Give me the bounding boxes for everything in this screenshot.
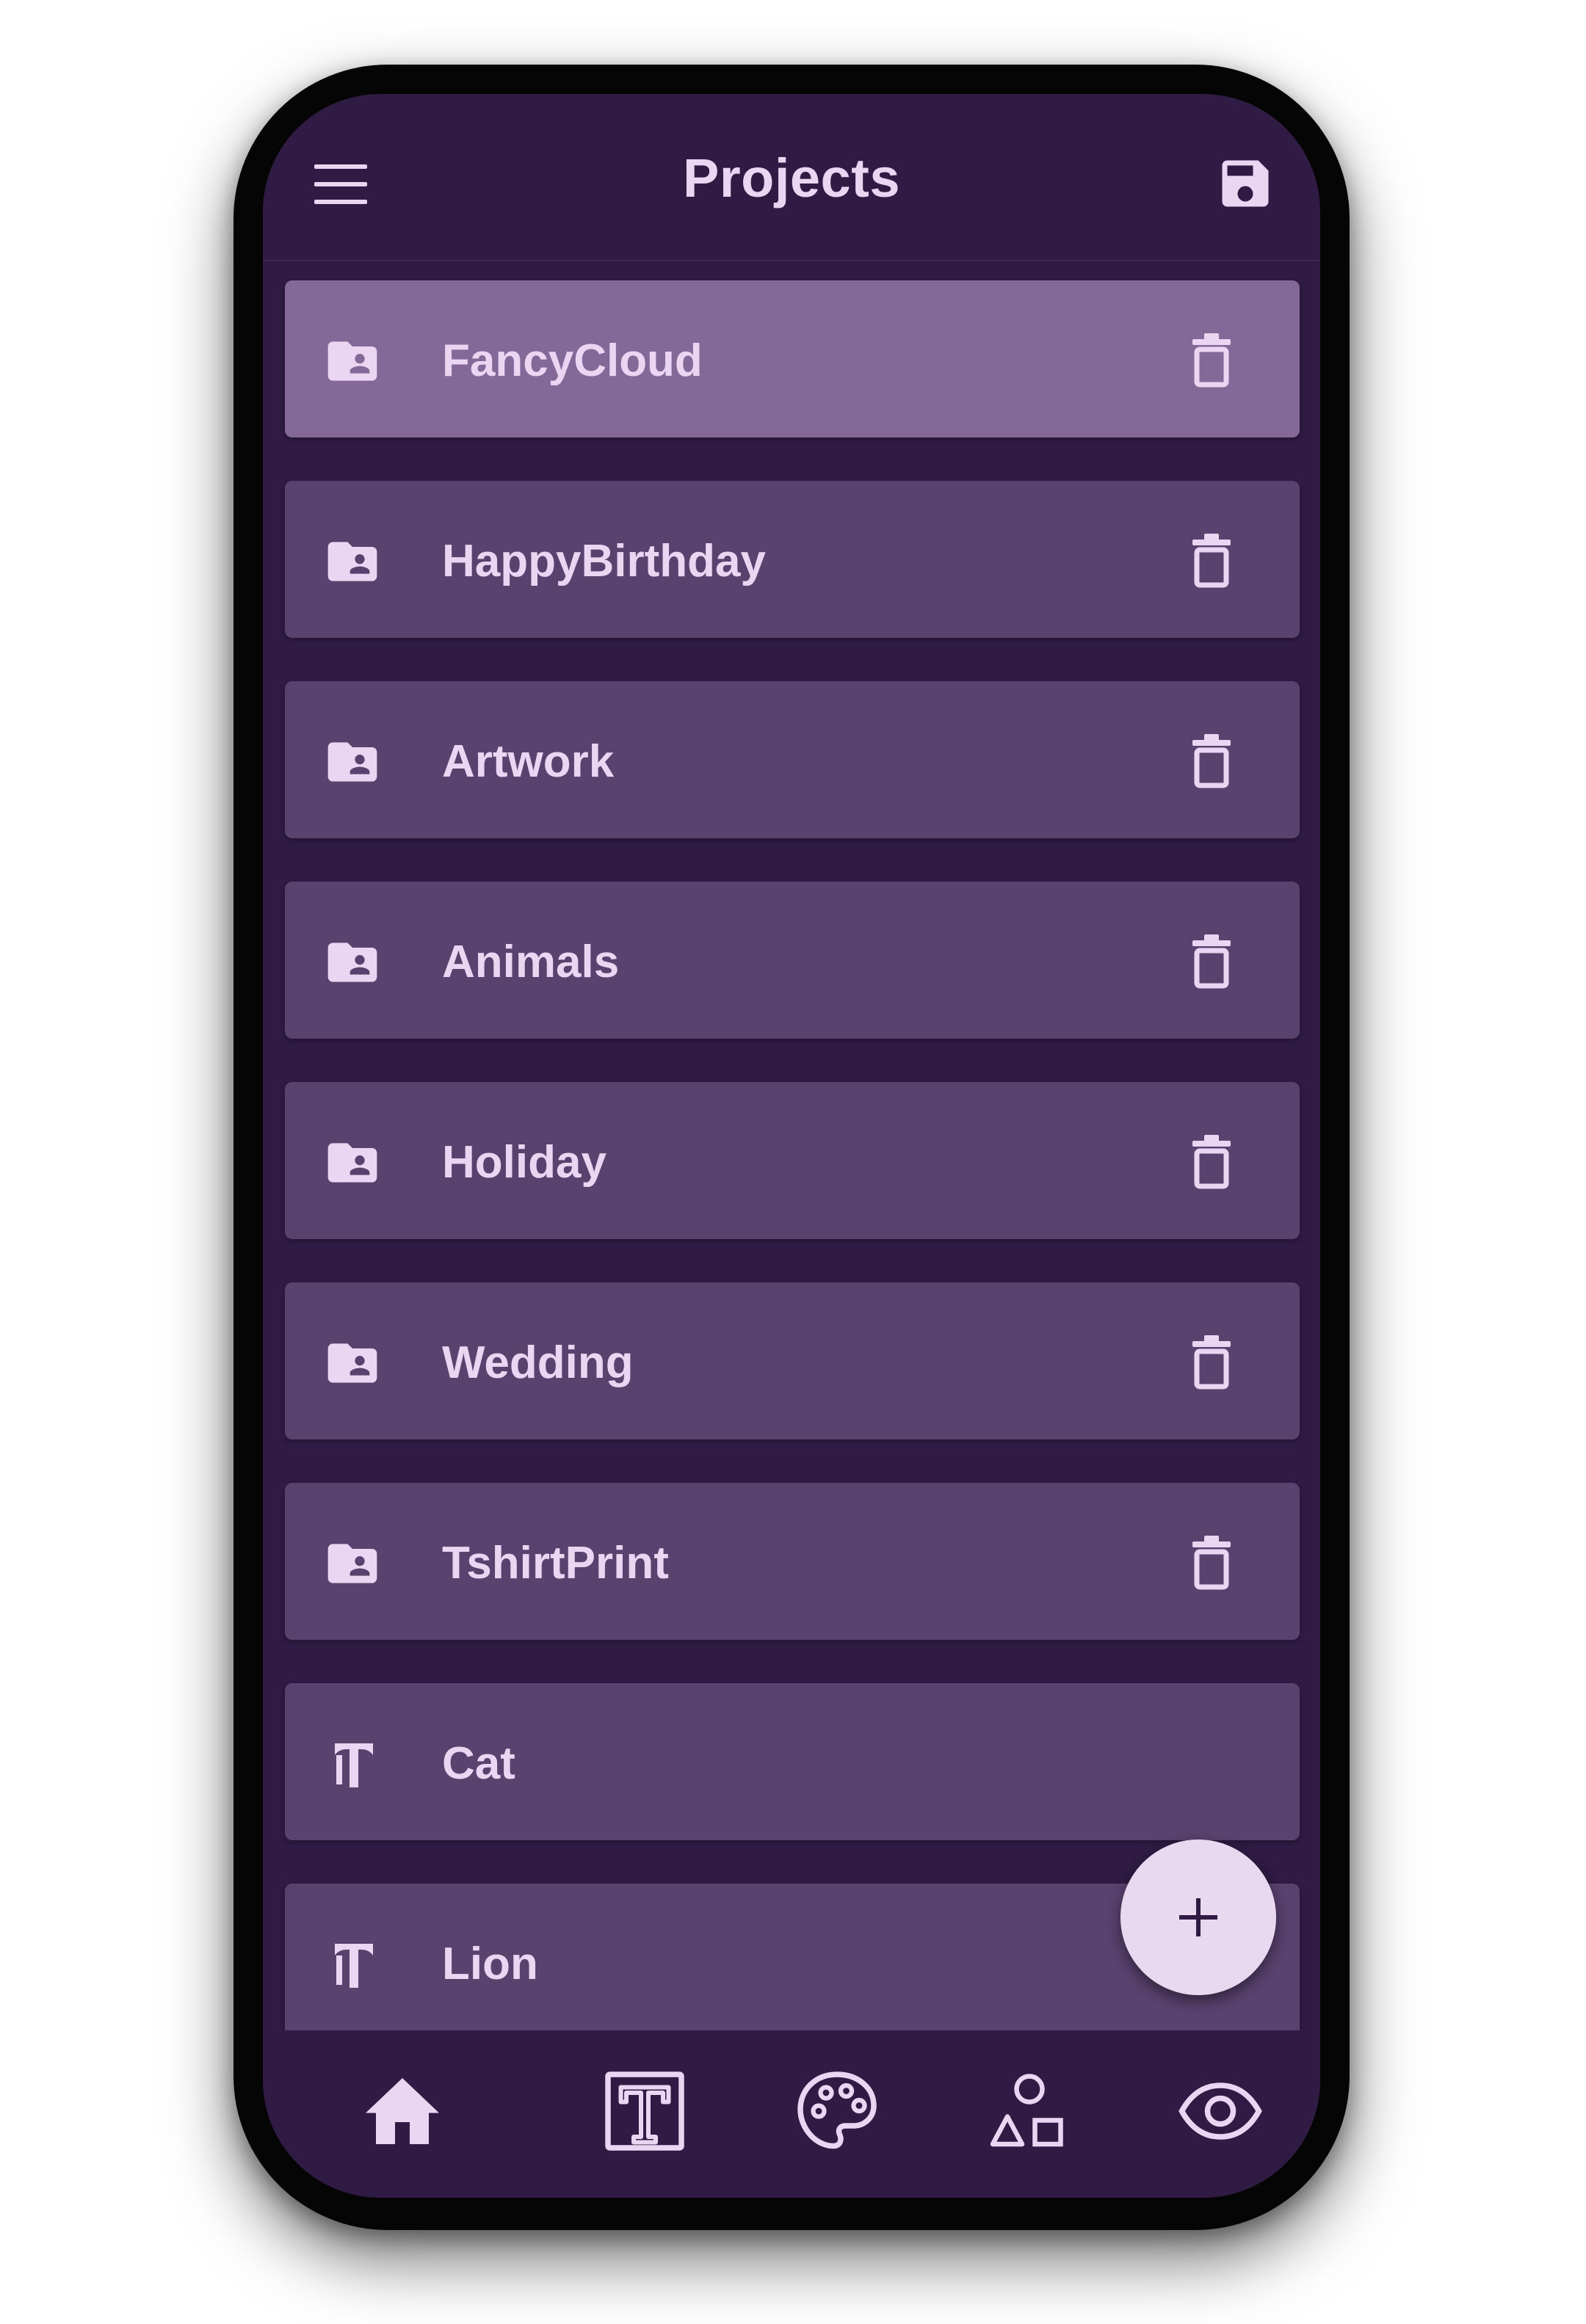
nav-preview[interactable] (1176, 2067, 1264, 2155)
save-button[interactable] (1214, 153, 1276, 214)
project-list: FancyCloud HappyBirthday Artwork Animals… (263, 260, 1320, 2030)
project-item-wedding[interactable]: Wedding (285, 1282, 1300, 1439)
project-name: Artwork (442, 736, 615, 787)
trash-icon (1192, 333, 1231, 388)
project-name: Lion (442, 1939, 538, 1989)
plus-icon (1179, 1898, 1217, 1936)
project-name: Animals (442, 937, 620, 987)
delete-button[interactable] (1182, 932, 1241, 990)
project-item-animals[interactable]: Animals (285, 882, 1300, 1039)
nav-home[interactable] (358, 2067, 446, 2155)
project-item-tshirtprint[interactable]: TshirtPrint (285, 1483, 1300, 1640)
trash-icon (1192, 734, 1231, 788)
trash-icon (1192, 934, 1231, 989)
folder-shared-icon (327, 1544, 377, 1583)
page-title: Projects (682, 148, 901, 208)
trash-icon (1192, 1536, 1231, 1590)
eye-icon (1178, 2082, 1262, 2140)
project-name: Cat (442, 1738, 515, 1789)
trash-icon (1192, 1335, 1231, 1390)
trash-icon (1192, 534, 1231, 588)
project-name: Holiday (442, 1137, 606, 1188)
home-icon (366, 2078, 439, 2144)
project-name: TshirtPrint (442, 1538, 669, 1588)
delete-button[interactable] (1182, 531, 1241, 589)
app-screen: Projects FancyCloud HappyBirthday Artwor… (263, 94, 1320, 2198)
nav-shapes[interactable] (985, 2067, 1073, 2155)
project-item-artwork[interactable]: Artwork (285, 681, 1300, 838)
project-item-happybirthday[interactable]: HappyBirthday (285, 481, 1300, 638)
folder-shared-icon (327, 742, 377, 782)
project-name: FancyCloud (442, 335, 703, 386)
folder-shared-icon (327, 943, 377, 982)
bottom-navigation (263, 2030, 1320, 2198)
delete-button[interactable] (1182, 330, 1241, 389)
folder-shared-icon (327, 1343, 377, 1383)
project-name: Wedding (442, 1337, 634, 1388)
project-item-fancycloud[interactable]: FancyCloud (285, 280, 1300, 437)
shapes-icon (990, 2074, 1063, 2147)
template-t-icon (332, 1944, 373, 1988)
palette-icon (797, 2071, 877, 2149)
folder-shared-icon (327, 1143, 377, 1183)
delete-button[interactable] (1182, 1132, 1241, 1191)
project-item-holiday[interactable]: Holiday (285, 1082, 1300, 1239)
template-item-cat[interactable]: Cat (285, 1683, 1300, 1840)
floppy-disk-save-icon (1222, 160, 1269, 207)
add-project-button[interactable] (1120, 1840, 1276, 1995)
top-app-bar: Projects (263, 94, 1320, 261)
delete-button[interactable] (1182, 1332, 1241, 1391)
delete-button[interactable] (1182, 731, 1241, 790)
delete-button[interactable] (1182, 1533, 1241, 1591)
trash-icon (1192, 1135, 1231, 1189)
folder-shared-icon (327, 542, 377, 581)
template-t-icon (332, 1743, 373, 1787)
project-name: HappyBirthday (442, 536, 766, 587)
folder-shared-icon (327, 341, 377, 381)
nav-palette[interactable] (793, 2067, 881, 2155)
text-box-icon (605, 2071, 684, 2151)
nav-text[interactable] (601, 2067, 689, 2155)
